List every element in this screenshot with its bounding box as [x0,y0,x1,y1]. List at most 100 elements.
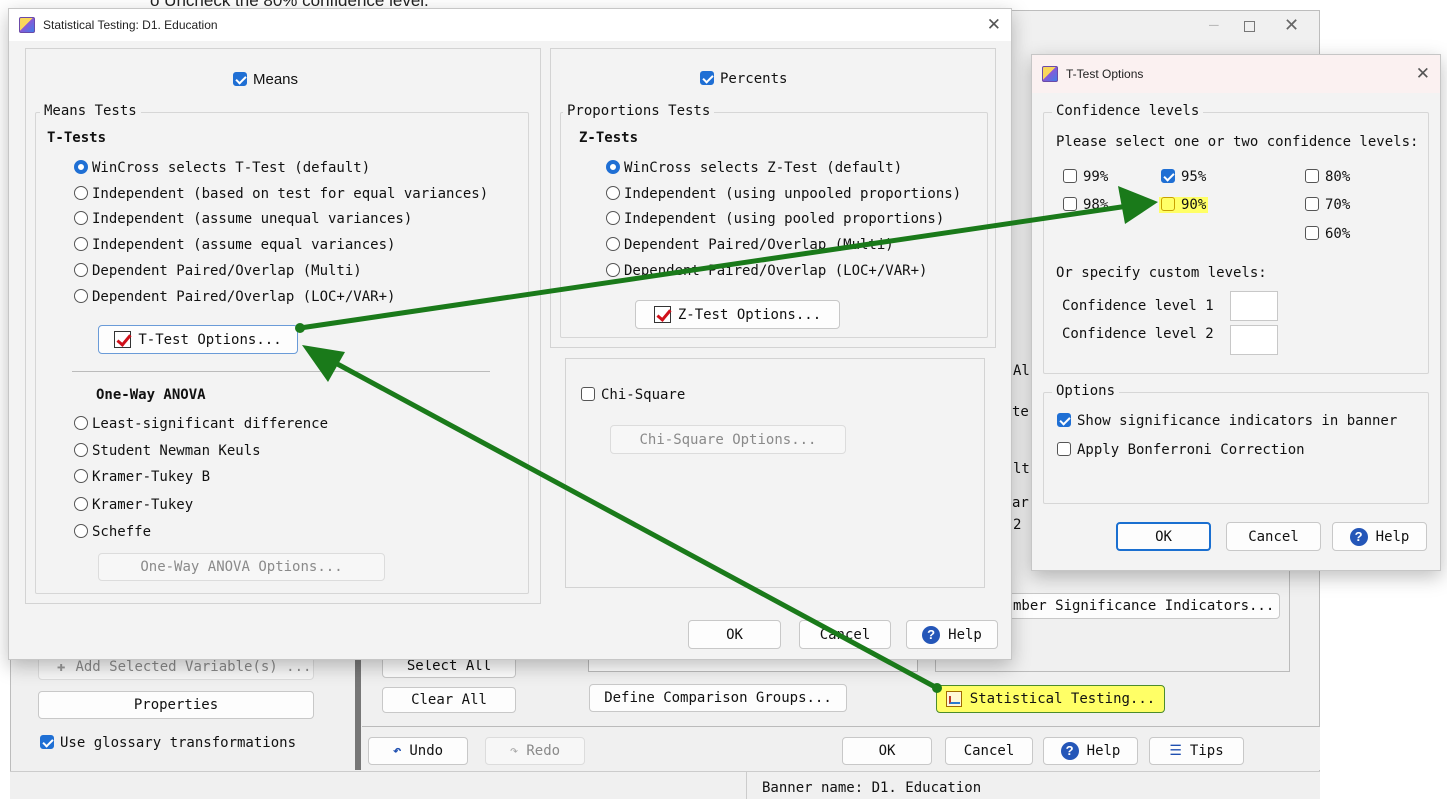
ttest-cancel-button[interactable]: Cancel [1226,522,1321,551]
radio-wincross-ztest[interactable]: WinCross selects Z-Test (default) [606,160,902,176]
level-99-checkbox[interactable]: 99% [1063,169,1108,185]
radio-icon [606,263,620,277]
checkbox-icon [1057,442,1071,456]
radio-icon [606,160,620,174]
checkbox-icon [233,72,247,86]
splitter[interactable] [355,660,361,770]
radio-pooled[interactable]: Independent (using pooled proportions) [606,211,944,227]
checkbox-icon [581,387,595,401]
level-98-checkbox[interactable]: 98% [1063,197,1108,213]
radio-dependent-multi[interactable]: Dependent Paired/Overlap (Multi) [74,263,362,279]
custom-level-1-input[interactable] [1230,291,1278,321]
radio-icon [74,186,88,200]
radio-icon [74,416,88,430]
dialog-titlebar: Statistical Testing: D1. Education ✕ [9,9,1011,41]
radio-snk[interactable]: Student Newman Keuls [74,443,261,459]
radio-independent-unequal[interactable]: Independent (assume unequal variances) [74,211,412,227]
close-icon[interactable]: ✕ [1416,64,1430,84]
redo-icon: ↷ [509,743,519,759]
level-70-checkbox[interactable]: 70% [1305,197,1350,213]
radio-icon [606,237,620,251]
group-label: Options [1052,383,1120,399]
ttest-ok-button[interactable]: OK [1116,522,1211,551]
group-label: Means Tests [40,103,141,119]
statistical-testing-button[interactable]: Statistical Testing... [936,685,1165,713]
level-90-checkbox[interactable]: 90% [1159,197,1209,213]
radio-wincross-ttest[interactable]: WinCross selects T-Test (default) [74,160,370,176]
radio-icon [606,211,620,225]
radio-scheffe[interactable]: Scheffe [74,524,151,540]
means-checkbox[interactable]: Means [233,71,298,88]
anova-options-button[interactable]: One-Way ANOVA Options... [98,553,385,581]
custom-levels-label: Or specify custom levels: [1056,265,1267,281]
ttest-options-button[interactable]: T-Test Options... [98,325,298,354]
level-95-checkbox[interactable]: 95% [1161,169,1206,185]
maximize-icon[interactable] [1244,21,1255,32]
chi-square-checkbox[interactable]: Chi-Square [581,387,685,403]
help-icon: ? [922,625,941,644]
partial-label: lt [1013,461,1030,477]
radio-lsd[interactable]: Least-significant difference [74,416,328,432]
undo-button[interactable]: ↶ Undo [368,737,468,765]
radio-z-dependent-multi[interactable]: Dependent Paired/Overlap (Multi) [606,237,894,253]
ztest-options-button[interactable]: Z-Test Options... [635,300,840,329]
redo-button[interactable]: ↷ Redo [485,737,585,765]
help-icon: ? [1060,742,1079,760]
partial-label: ar [1012,495,1029,511]
ok-button[interactable]: OK [842,737,932,765]
red-check-icon [114,331,132,348]
level-60-checkbox[interactable]: 60% [1305,226,1350,242]
glossary-checkbox[interactable]: Use glossary transformations [40,735,296,751]
status-text: Banner name: D1. Education [762,780,982,796]
clear-all-button[interactable]: Clear All [382,687,516,713]
app-icon [1042,66,1058,82]
cancel-button[interactable]: Cancel [945,737,1033,765]
tips-button[interactable]: ☰ Tips [1149,737,1244,765]
dialog-ok-button[interactable]: OK [688,620,781,649]
custom-level-1-label: Confidence level 1 [1062,298,1214,314]
radio-kramer-tukey[interactable]: Kramer-Tukey [74,497,193,513]
separator [72,371,490,372]
confidence-instruction: Please select one or two confidence leve… [1056,134,1419,150]
radio-independent-equal-test[interactable]: Independent (based on test for equal var… [74,186,488,202]
chi-square-options-button[interactable]: Chi-Square Options... [610,425,846,454]
checkbox-icon [1305,226,1319,240]
level-80-checkbox[interactable]: 80% [1305,169,1350,185]
help-icon: ? [1349,527,1368,546]
show-significance-checkbox[interactable]: Show significance indicators in banner [1057,413,1397,429]
custom-level-2-label: Confidence level 2 [1062,326,1214,342]
help-button[interactable]: ? Help [1043,737,1138,765]
custom-level-2-input[interactable] [1230,325,1278,355]
checkbox-icon [1161,197,1175,211]
minimize-icon[interactable]: — [1209,15,1219,34]
ztests-heading: Z-Tests [579,130,639,146]
radio-icon [74,263,88,277]
radio-independent-equal[interactable]: Independent (assume equal variances) [74,237,395,253]
checkbox-icon [1063,169,1077,183]
radio-icon [74,524,88,538]
red-check-icon [653,306,671,323]
bonferroni-checkbox[interactable]: Apply Bonferroni Correction [1057,442,1305,458]
radio-kramer-tukey-b[interactable]: Kramer-Tukey B [74,469,210,485]
close-icon[interactable]: ✕ [987,15,1001,35]
radio-dependent-loc[interactable]: Dependent Paired/Overlap (LOC+/VAR+) [74,289,395,305]
dialog-cancel-button[interactable]: Cancel [799,620,891,649]
radio-unpooled[interactable]: Independent (using unpooled proportions) [606,186,961,202]
radio-icon [74,497,88,511]
status-bar [10,771,1320,799]
close-icon[interactable]: ✕ [1284,15,1299,36]
undo-icon: ↶ [392,743,402,759]
define-comparison-groups-button[interactable]: Define Comparison Groups... [589,684,847,712]
partial-label: Al [1013,363,1030,379]
radio-z-dependent-loc[interactable]: Dependent Paired/Overlap (LOC+/VAR+) [606,263,927,279]
radio-icon [74,289,88,303]
partial-label: te [1012,404,1029,420]
dialog-help-button[interactable]: ? Help [906,620,998,649]
radio-icon [74,211,88,225]
status-divider [746,772,747,799]
properties-button[interactable]: Properties [38,691,314,719]
partial-label: 2 [1013,517,1022,533]
ttest-help-button[interactable]: ? Help [1332,522,1427,551]
percents-checkbox[interactable]: Percents [700,71,787,87]
checkbox-icon [1057,413,1071,427]
